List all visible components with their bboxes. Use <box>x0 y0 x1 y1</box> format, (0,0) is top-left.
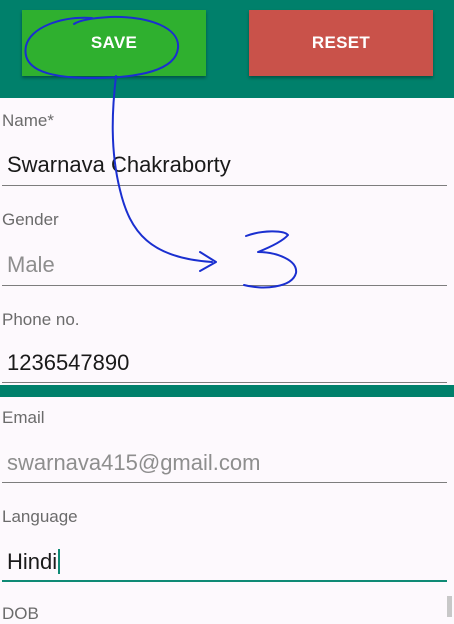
phone-input[interactable]: 1236547890 <box>7 350 129 376</box>
language-input[interactable]: Hindi <box>7 549 61 575</box>
save-button[interactable]: SAVE <box>22 10 206 76</box>
language-value: Hindi <box>7 549 58 574</box>
email-label: Email <box>2 408 45 427</box>
name-underline <box>2 185 447 186</box>
action-bar: SAVE RESET <box>0 0 454 98</box>
language-label: Language <box>2 507 78 526</box>
gender-input[interactable]: Male <box>7 252 55 278</box>
phone-label: Phone no. <box>2 310 80 329</box>
scrollbar[interactable] <box>447 596 452 617</box>
text-cursor <box>58 549 61 574</box>
annotation-digit-three <box>243 230 298 289</box>
gender-label: Gender <box>2 210 59 229</box>
email-input[interactable]: swarnava415@gmail.com <box>7 450 260 476</box>
gender-underline <box>2 285 447 286</box>
email-underline <box>2 482 447 483</box>
reset-button[interactable]: RESET <box>249 10 433 76</box>
dob-label: DOB <box>2 604 39 623</box>
name-label: Name* <box>2 111 54 130</box>
section-divider <box>0 385 454 397</box>
annotation-arrow-head <box>199 251 217 272</box>
language-underline <box>2 580 447 582</box>
name-input[interactable]: Swarnava Chakraborty <box>7 152 231 178</box>
phone-underline <box>2 382 447 383</box>
